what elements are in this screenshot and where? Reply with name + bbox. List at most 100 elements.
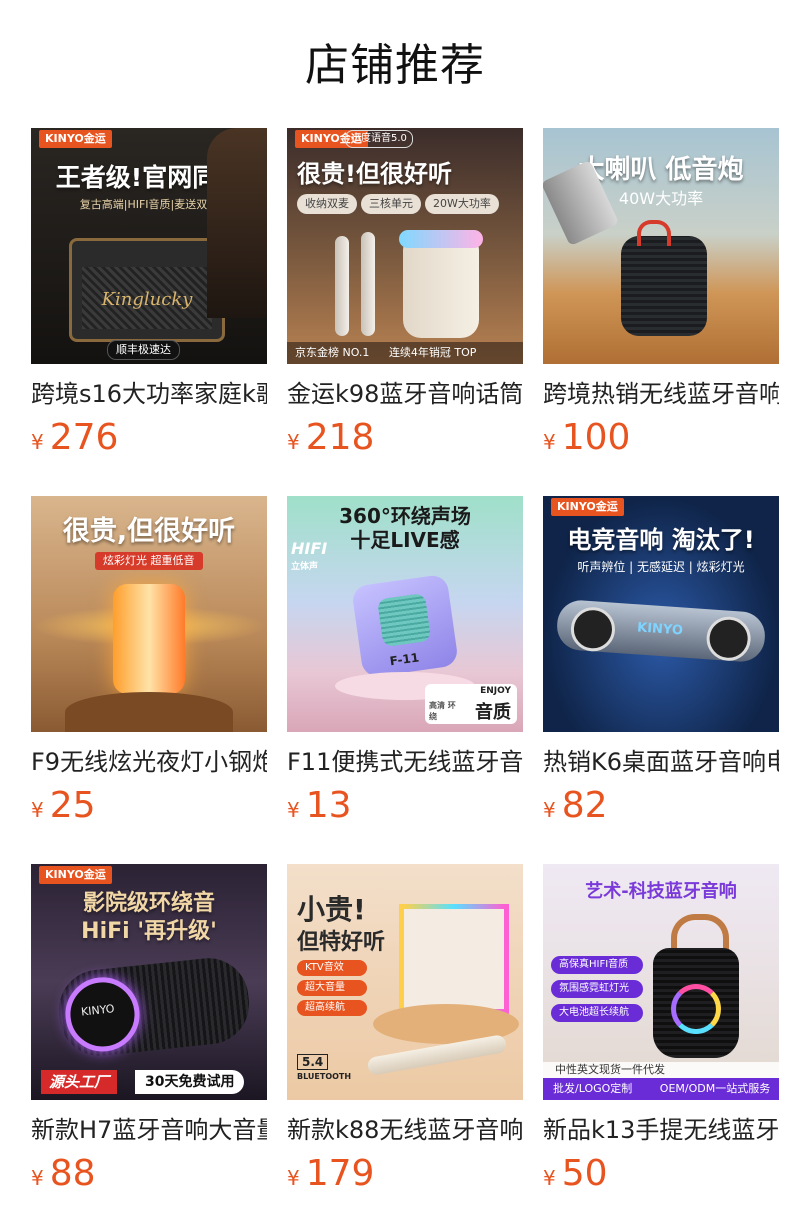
shipping-badge: 顺丰极速达	[107, 340, 180, 360]
trial-tag: 30天免费试用	[135, 1070, 245, 1094]
model-label: F-11	[388, 650, 420, 669]
product-card[interactable]: 小贵! 但特好听 KTV音效 超大音量 超高续航 5.4 BLUETOOTH 新…	[287, 864, 523, 1200]
speaker-logo-text: KINYO	[636, 620, 684, 639]
price-amount: 50	[561, 1153, 608, 1194]
product-price: ¥218	[287, 416, 523, 460]
product-name[interactable]: 新款k88无线蓝牙音响话筒	[287, 1112, 523, 1148]
brand-logo: KINYO金运	[39, 866, 112, 884]
image-headline: 小贵!	[297, 893, 366, 926]
speaker-illustration	[113, 584, 185, 694]
speaker-illustration	[399, 904, 509, 1014]
image-headline: 很贵,但很好听	[62, 516, 236, 547]
product-image[interactable]: KINYO金运 影院级环绕音 HiFi '再升级' KINYO 源头工厂 30天…	[31, 864, 267, 1100]
feature-pills: 收纳双麦 三核单元 20W大功率	[297, 192, 499, 214]
price-amount: 218	[305, 417, 375, 458]
ranking-strip: 京东金榜 NO.1 连续4年销冠 TOP	[287, 342, 523, 364]
price-amount: 276	[49, 417, 119, 458]
currency-symbol: ¥	[287, 430, 300, 454]
product-name[interactable]: 新品k13手提无线蓝牙音响	[543, 1112, 779, 1148]
product-card[interactable]: 360°环绕声场 十足LIVE感 HIFI 立体声 F-11 ENJOY 高清 …	[287, 496, 523, 832]
product-image[interactable]: KINYO金运 小度语音5.0 很贵!但很好听 收纳双麦 三核单元 20W大功率 京…	[287, 128, 523, 364]
brand-logo: KINYO金运	[551, 498, 624, 516]
feature-pills: 高保真HIFI音质 氛围感霓虹灯光 大电池超长续航	[551, 956, 643, 1022]
feature-pill: 炫彩灯光 超重低音	[95, 552, 203, 570]
product-name[interactable]: 热销K6桌面蓝牙音响电脑	[543, 744, 779, 780]
product-image[interactable]: 360°环绕声场 十足LIVE感 HIFI 立体声 F-11 ENJOY 高清 …	[287, 496, 523, 732]
product-card[interactable]: 大喇叭 低音炮 40W大功率 跨境热销无线蓝牙音响户外 ¥100	[543, 128, 779, 464]
product-name[interactable]: 新款H7蓝牙音响大音量	[31, 1112, 267, 1148]
store-recommendations-page: 店铺推荐 KINYO金运 王者级!官网同款 复古高端|HIFI音质|麦送双麦 K…	[0, 0, 790, 1232]
product-card[interactable]: KINYO金运 电竞音响 淘汰了! 听声辨位 | 无感延迟 | 炫彩灯光 KIN…	[543, 496, 779, 832]
product-price: ¥50	[543, 1152, 779, 1196]
product-price: ¥88	[31, 1152, 267, 1196]
speaker-illustration: KINYO	[55, 954, 253, 1060]
product-grid: KINYO金运 王者级!官网同款 复古高端|HIFI音质|麦送双麦 Kinglu…	[31, 128, 779, 1200]
product-image[interactable]: 很贵,但很好听 炫彩灯光 超重低音	[31, 496, 267, 732]
microphone-illustration	[361, 232, 375, 336]
brand-logo: KINYO金运	[39, 130, 112, 148]
speaker-illustration	[621, 236, 707, 336]
service-strip: 批发/LOGO定制 OEM/ODM一站式服务	[543, 1078, 779, 1100]
speaker-illustration: Kinglucky	[69, 238, 225, 342]
currency-symbol: ¥	[31, 798, 44, 822]
hifi-badge: HIFI 立体声	[291, 539, 328, 573]
product-price: ¥179	[287, 1152, 523, 1196]
product-card[interactable]: KINYO金运 影院级环绕音 HiFi '再升级' KINYO 源头工厂 30天…	[31, 864, 267, 1200]
image-headline-secondary: HiFi '再升级'	[81, 919, 217, 944]
product-price: ¥25	[31, 784, 267, 828]
currency-symbol: ¥	[543, 798, 556, 822]
price-amount: 100	[561, 417, 631, 458]
product-price: ¥82	[543, 784, 779, 828]
page-title: 店铺推荐	[305, 40, 485, 91]
factory-tag: 源头工厂	[41, 1070, 118, 1094]
image-headline: 很贵!但很好听	[297, 160, 452, 188]
speaker-logo-text: Kinglucky	[101, 289, 193, 310]
image-subline: 听声辨位 | 无感延迟 | 炫彩灯光	[577, 560, 745, 574]
speaker-illustration	[653, 948, 739, 1058]
currency-symbol: ¥	[31, 430, 44, 454]
price-amount: 25	[49, 785, 96, 826]
image-headline: 电竞音响 淘汰了!	[567, 526, 755, 554]
price-amount: 88	[49, 1153, 96, 1194]
currency-symbol: ¥	[543, 430, 556, 454]
bluetooth-badge: 5.4 BLUETOOTH	[297, 1054, 352, 1081]
price-amount: 13	[305, 785, 352, 826]
speaker-illustration: KINYO	[555, 598, 767, 664]
currency-symbol: ¥	[31, 1166, 44, 1190]
speaker-strap	[637, 220, 671, 246]
speaker-illustration	[403, 238, 479, 338]
product-image[interactable]: KINYO金运 电竞音响 淘汰了! 听声辨位 | 无感延迟 | 炫彩灯光 KIN…	[543, 496, 779, 732]
currency-symbol: ¥	[543, 1166, 556, 1190]
product-price: ¥100	[543, 416, 779, 460]
image-headline-secondary: 但特好听	[297, 930, 386, 955]
product-name[interactable]: 跨境s16大功率家庭k歌音响	[31, 376, 267, 412]
quality-badge: ENJOY 高清 环绕 音质	[425, 684, 517, 724]
price-amount: 179	[305, 1153, 375, 1194]
price-amount: 82	[561, 785, 608, 826]
product-name[interactable]: 跨境热销无线蓝牙音响户外	[543, 376, 779, 412]
product-card[interactable]: 艺术-科技蓝牙音响 高保真HIFI音质 氛围感霓虹灯光 大电池超长续航 中性英文…	[543, 864, 779, 1200]
speaker-illustration: F-11	[351, 573, 459, 679]
product-image[interactable]: 大喇叭 低音炮 40W大功率	[543, 128, 779, 364]
model-silhouette	[207, 128, 267, 318]
wood-stand	[65, 692, 233, 732]
product-price: ¥276	[31, 416, 267, 460]
product-image[interactable]: 艺术-科技蓝牙音响 高保真HIFI音质 氛围感霓虹灯光 大电池超长续航 中性英文…	[543, 864, 779, 1100]
currency-symbol: ¥	[287, 1166, 300, 1190]
product-name[interactable]: F11便携式无线蓝牙音箱	[287, 744, 523, 780]
product-image[interactable]: 小贵! 但特好听 KTV音效 超大音量 超高续航 5.4 BLUETOOTH	[287, 864, 523, 1100]
image-headline: 艺术-科技蓝牙音响	[585, 881, 737, 902]
microphone-illustration	[335, 236, 349, 336]
product-name[interactable]: 金运k98蓝牙音响话筒一体	[287, 376, 523, 412]
product-name[interactable]: F9无线炫光夜灯小钢炮音响	[31, 744, 267, 780]
product-card[interactable]: 很贵,但很好听 炫彩灯光 超重低音 F9无线炫光夜灯小钢炮音响 ¥25	[31, 496, 267, 832]
product-card[interactable]: KINYO金运 王者级!官网同款 复古高端|HIFI音质|麦送双麦 Kinglu…	[31, 128, 267, 464]
product-price: ¥13	[287, 784, 523, 828]
feature-pills: KTV音效 超大音量 超高续航	[297, 960, 367, 1016]
product-card[interactable]: KINYO金运 小度语音5.0 很贵!但很好听 收纳双麦 三核单元 20W大功率 京…	[287, 128, 523, 464]
speaker-light	[399, 230, 483, 248]
brand-extra-tag: 小度语音5.0	[345, 130, 413, 148]
info-strip: 中性英文现货一件代发	[543, 1062, 779, 1078]
currency-symbol: ¥	[287, 798, 300, 822]
product-image[interactable]: KINYO金运 王者级!官网同款 复古高端|HIFI音质|麦送双麦 Kinglu…	[31, 128, 267, 364]
